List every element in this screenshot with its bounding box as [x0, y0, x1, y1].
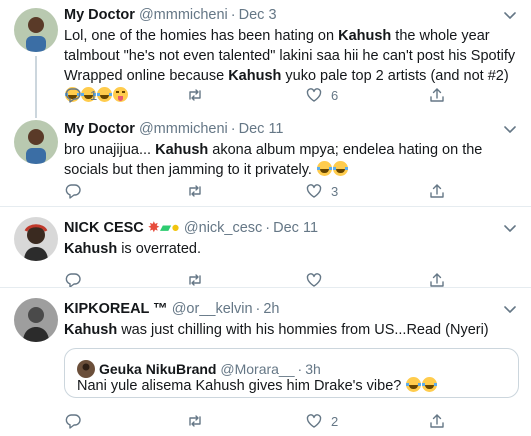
separator: · [255, 301, 261, 317]
reply-button[interactable] [64, 412, 90, 430]
thread-line [35, 56, 37, 118]
timestamp[interactable]: Dec 11 [273, 220, 318, 236]
quote-author-name: Geuka NikuBrand [99, 361, 217, 377]
author-handle[interactable]: @mmmicheni [139, 7, 228, 23]
share-icon [430, 184, 444, 198]
chevron-down-icon[interactable] [501, 300, 519, 318]
reply-button[interactable] [64, 182, 90, 200]
like-button[interactable]: 3 [305, 182, 338, 200]
quote-timestamp: 3h [305, 361, 321, 377]
tweet-2[interactable]: My Doctor @mmmicheni · Dec 11 bro unajijua… [0, 116, 531, 206]
author-name[interactable]: My Doctor [64, 7, 135, 23]
like-button[interactable]: 2 [305, 412, 338, 430]
heart-icon [306, 184, 322, 198]
tweet-text: Kahush was just chilling with his hommie… [64, 322, 489, 338]
tweet-text: bro unajijua... Kahush akona album mpya;… [64, 142, 483, 178]
separator: · [265, 220, 271, 236]
avatar[interactable] [14, 298, 58, 342]
chevron-down-icon[interactable] [501, 120, 519, 138]
joy-emoji [406, 377, 422, 392]
gun-icon: ▰ [159, 220, 172, 236]
author-name[interactable]: My Doctor [64, 121, 135, 137]
share-button[interactable] [428, 182, 446, 200]
share-icon [430, 88, 444, 102]
separator: · [297, 361, 303, 377]
author-handle[interactable]: @nick_cesc [184, 220, 262, 236]
like-count: 6 [331, 87, 339, 103]
reply-icon [65, 88, 81, 103]
retweet-icon [189, 89, 201, 101]
collision-icon: ✸ [147, 220, 160, 236]
timestamp[interactable]: 2h [263, 301, 279, 317]
heart-icon [306, 414, 322, 428]
retweet-button[interactable] [186, 412, 212, 430]
author-handle[interactable]: @or__kelvin [172, 301, 253, 317]
quoted-tweet[interactable]: Geuka NikuBrand @Morara__ · 3h Nani yule a… [64, 348, 519, 398]
share-button[interactable] [428, 412, 446, 430]
like-count: 2 [331, 413, 339, 429]
author-name[interactable]: KIPKOREAL ™ [64, 301, 168, 317]
like-count: 3 [331, 183, 339, 199]
quote-author-handle: @Morara__ [220, 361, 295, 377]
retweet-button[interactable] [186, 182, 212, 200]
separator: · [230, 7, 236, 23]
tweet-1[interactable]: My Doctor @mmmicheni · Dec 3 Lol, one of t… [0, 0, 531, 118]
avatar[interactable] [14, 120, 58, 164]
avatar[interactable] [14, 217, 58, 261]
separator: · [230, 121, 236, 137]
joy-emoji [422, 377, 438, 392]
author-name[interactable]: NICK CESC [64, 220, 144, 236]
reply-count: 1 [90, 87, 98, 103]
heart-icon [306, 88, 322, 102]
timestamp[interactable]: Dec 11 [239, 121, 284, 137]
reply-icon [65, 184, 81, 199]
quote-avatar [77, 360, 95, 378]
share-button[interactable] [428, 86, 446, 104]
share-icon [430, 414, 444, 428]
tweet-text: Kahush is overrated. [64, 241, 201, 257]
quote-text: Nani yule alisema Kahush gives him Drake… [77, 377, 438, 394]
chevron-down-icon[interactable] [501, 219, 519, 237]
joy-emoji [332, 161, 348, 176]
like-button[interactable]: 6 [305, 86, 338, 104]
retweet-icon [189, 415, 201, 427]
joy-emoji [316, 161, 332, 176]
retweet-icon [189, 185, 201, 197]
reply-button[interactable]: 1 [64, 86, 97, 104]
reply-icon [65, 414, 81, 429]
tweet-4[interactable]: KIPKOREAL ™ @or__kelvin · 2h Kahush was ju… [0, 288, 531, 436]
sunglasses-icon: ● [171, 220, 180, 236]
chevron-down-icon[interactable] [501, 6, 519, 24]
retweet-button[interactable] [186, 86, 212, 104]
author-handle[interactable]: @mmmicheni [139, 121, 228, 137]
avatar[interactable] [14, 8, 58, 52]
tweet-3[interactable]: NICK CESC ✸▰● @nick_cesc · Dec 11 Kahush i… [0, 207, 531, 288]
timestamp[interactable]: Dec 3 [239, 7, 277, 23]
